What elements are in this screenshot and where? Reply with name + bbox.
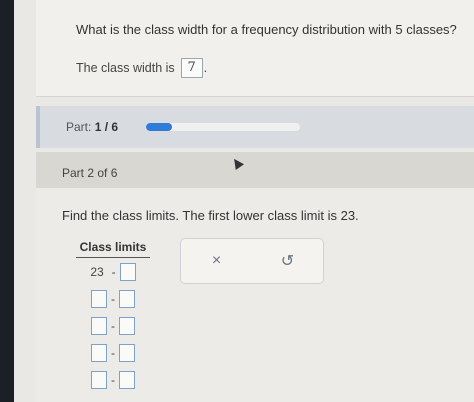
upper-limit-input[interactable] <box>119 262 136 281</box>
class-limit-row: - <box>76 339 150 366</box>
class-limit-row: - <box>76 285 150 312</box>
upper-limit-input[interactable] <box>119 370 135 389</box>
answer-label: The class width is <box>76 61 175 75</box>
upper-limit-input[interactable] <box>119 289 135 308</box>
progress-track <box>146 123 300 131</box>
part2-card: Find the class limits. The first lower c… <box>36 188 474 402</box>
part-progress-bar: Part: 1 / 6 <box>36 106 474 148</box>
question-text: What is the class width for a frequency … <box>76 22 457 37</box>
lower-limit-value: 23 <box>90 264 104 279</box>
x-icon[interactable]: × <box>203 247 231 275</box>
part2-instruction: Find the class limits. The first lower c… <box>62 208 359 223</box>
lower-limit-input[interactable] <box>91 343 107 362</box>
limit-separator: - <box>111 372 115 387</box>
answer-toolbox: × ↺ <box>180 238 324 284</box>
upper-limit-input[interactable] <box>119 343 135 362</box>
part-prefix: Part: <box>66 120 92 134</box>
class-limits-header: Class limits <box>76 240 150 258</box>
question-card: What is the class width for a frequency … <box>36 0 474 97</box>
class-limit-row: - <box>76 312 150 339</box>
lower-limit-input[interactable] <box>91 316 107 335</box>
answer-row: The class width is 7 . <box>76 58 207 78</box>
limit-separator: - <box>111 291 115 306</box>
class-limits-table: Class limits 23- - - - - <box>76 240 150 393</box>
limit-separator: - <box>111 345 115 360</box>
part-progress-label: Part: 1 / 6 <box>66 120 118 134</box>
part-count: 1 / 6 <box>94 120 119 134</box>
upper-limit-input[interactable] <box>119 316 135 335</box>
part2-header: Part 2 of 6 <box>36 152 474 188</box>
part2-label: Part 2 of 6 <box>62 166 118 180</box>
lower-limit-input[interactable] <box>91 289 107 308</box>
class-limit-row: - <box>76 366 150 393</box>
lower-limit-input[interactable] <box>91 370 107 389</box>
mouse-cursor-icon <box>230 156 244 170</box>
class-width-answer-box[interactable]: 7 <box>180 58 203 78</box>
page: What is the class width for a frequency … <box>14 0 474 402</box>
class-limit-row: 23- <box>76 258 150 285</box>
progress-fill <box>146 123 172 131</box>
answer-suffix: . <box>203 61 208 75</box>
limit-separator: - <box>111 318 115 333</box>
undo-icon[interactable]: ↺ <box>274 247 302 275</box>
limit-separator: - <box>111 264 116 279</box>
